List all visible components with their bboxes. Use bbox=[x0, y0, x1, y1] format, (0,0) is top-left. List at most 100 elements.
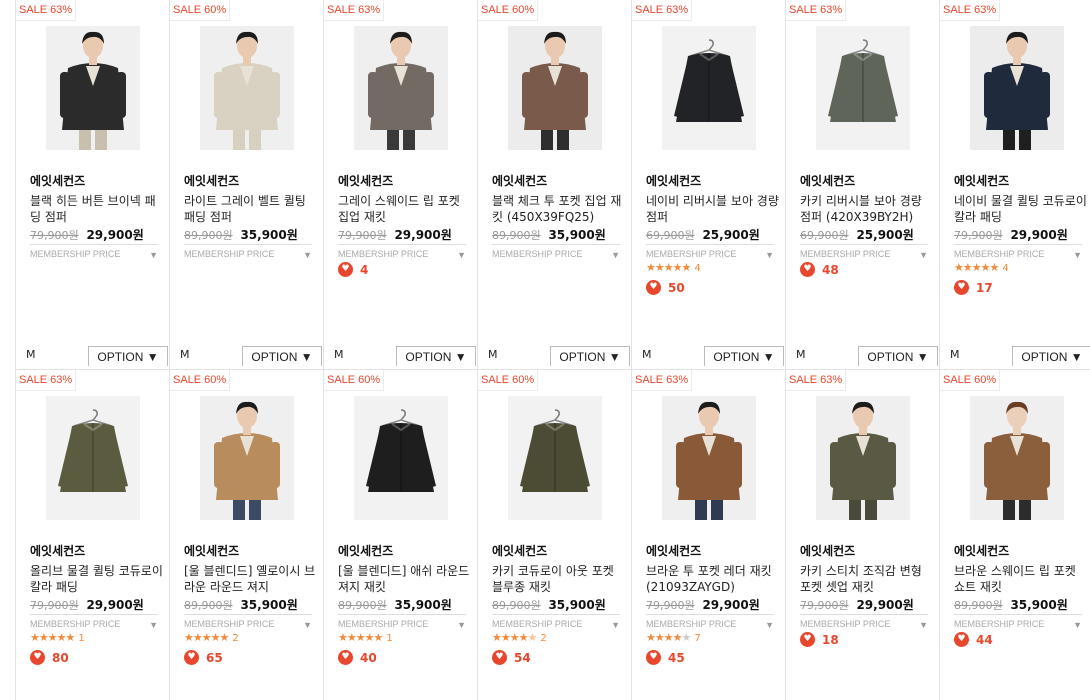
product-image[interactable] bbox=[662, 396, 756, 520]
like-button[interactable]: ♥ 65 bbox=[184, 650, 223, 665]
membership-price-toggle[interactable]: MEMBERSHIP PRICE ▼ bbox=[30, 614, 158, 631]
brand-name[interactable]: 에잇세컨즈 bbox=[338, 172, 393, 189]
product-title[interactable]: 카키 리버시블 보아 경량 점퍼 (420X39BY2H) bbox=[800, 193, 934, 225]
like-button[interactable]: ♥ 18 bbox=[800, 632, 839, 647]
membership-price-toggle[interactable]: MEMBERSHIP PRICE ▼ bbox=[800, 614, 928, 631]
product-image[interactable] bbox=[46, 396, 140, 520]
product-title[interactable]: 브라운 스웨이드 립 포켓 쇼트 재킷 bbox=[954, 563, 1088, 595]
product-title[interactable]: [울 블렌디드] 애쉬 라운드 져지 재킷 bbox=[338, 563, 472, 595]
brand-name[interactable]: 에잇세컨즈 bbox=[338, 542, 393, 559]
option-dropdown[interactable]: OPTION ▼ bbox=[704, 346, 784, 366]
membership-price-toggle[interactable]: MEMBERSHIP PRICE ▼ bbox=[184, 244, 312, 261]
option-dropdown[interactable]: OPTION ▼ bbox=[858, 346, 938, 366]
product-card[interactable]: SALE 63% 에잇세컨즈 올리브 물결 퀼팅 코듀로이 칼라 패딩 79,9… bbox=[15, 370, 169, 700]
product-title[interactable]: 네이비 리버시블 보아 경량 점퍼 bbox=[646, 193, 780, 225]
brand-name[interactable]: 에잇세컨즈 bbox=[184, 172, 239, 189]
size-label: M bbox=[642, 348, 652, 361]
membership-price-toggle[interactable]: MEMBERSHIP PRICE ▼ bbox=[184, 614, 312, 631]
product-title[interactable]: 카키 스티치 조직감 변형 포켓 셋업 재킷 bbox=[800, 563, 934, 595]
product-card[interactable]: SALE 63% 에잇세컨즈 그레이 스웨이드 립 포켓 집업 재킷 79,90… bbox=[323, 0, 477, 370]
product-card[interactable]: SALE 63% 에잇세컨즈 브라운 투 포켓 레더 재킷 (21093ZAYG… bbox=[631, 370, 785, 700]
product-image[interactable] bbox=[508, 396, 602, 520]
membership-price-toggle[interactable]: MEMBERSHIP PRICE ▼ bbox=[338, 614, 466, 631]
membership-price-toggle[interactable]: MEMBERSHIP PRICE ▼ bbox=[646, 614, 774, 631]
product-title[interactable]: 네이비 물결 퀼팅 코듀로이 칼라 패딩 bbox=[954, 193, 1088, 225]
brand-name[interactable]: 에잇세컨즈 bbox=[30, 172, 85, 189]
membership-price-toggle[interactable]: MEMBERSHIP PRICE ▼ bbox=[954, 244, 1082, 261]
heart-icon: ♥ bbox=[30, 650, 45, 665]
membership-price-label: MEMBERSHIP PRICE bbox=[800, 249, 891, 259]
product-title[interactable]: [울 블렌디드] 옐로이시 브라운 라운드 져지 bbox=[184, 563, 318, 595]
sale-price: 35,900원 bbox=[394, 598, 452, 612]
brand-name[interactable]: 에잇세컨즈 bbox=[646, 172, 701, 189]
option-dropdown[interactable]: OPTION ▼ bbox=[550, 346, 630, 366]
option-dropdown[interactable]: OPTION ▼ bbox=[242, 346, 322, 366]
membership-price-toggle[interactable]: MEMBERSHIP PRICE ▼ bbox=[30, 244, 158, 261]
membership-price-toggle[interactable]: MEMBERSHIP PRICE ▼ bbox=[954, 614, 1082, 631]
membership-price-toggle[interactable]: MEMBERSHIP PRICE ▼ bbox=[492, 614, 620, 631]
product-image[interactable] bbox=[816, 396, 910, 520]
product-title[interactable]: 블랙 체크 투 포켓 집업 재킷 (450X39FQ25) bbox=[492, 193, 626, 225]
product-title[interactable]: 브라운 투 포켓 레더 재킷 (21093ZAYGD) bbox=[646, 563, 780, 595]
brand-name[interactable]: 에잇세컨즈 bbox=[800, 172, 855, 189]
product-image[interactable] bbox=[354, 396, 448, 520]
sale-badge: SALE 63% bbox=[940, 0, 1001, 21]
product-title[interactable]: 카키 코듀로이 아웃 포켓 블루종 재킷 bbox=[492, 563, 626, 595]
product-image[interactable] bbox=[354, 26, 448, 150]
membership-price-toggle[interactable]: MEMBERSHIP PRICE ▼ bbox=[492, 244, 620, 261]
product-card[interactable]: SALE 63% 에잇세컨즈 네이비 리버시블 보아 경량 점퍼 69,900원… bbox=[631, 0, 785, 370]
brand-name[interactable]: 에잇세컨즈 bbox=[30, 542, 85, 559]
sale-price: 29,900원 bbox=[394, 228, 452, 242]
like-button[interactable]: ♥ 50 bbox=[646, 280, 685, 295]
product-image[interactable] bbox=[970, 396, 1064, 520]
product-card[interactable]: SALE 60% 에잇세컨즈 [울 블렌디드] 옐로이시 브라운 라운드 져지 … bbox=[169, 370, 323, 700]
product-image[interactable] bbox=[816, 26, 910, 150]
product-card[interactable]: SALE 60% 에잇세컨즈 카키 코듀로이 아웃 포켓 블루종 재킷 89,9… bbox=[477, 370, 631, 700]
membership-price-toggle[interactable]: MEMBERSHIP PRICE ▼ bbox=[800, 244, 928, 261]
brand-name[interactable]: 에잇세컨즈 bbox=[184, 542, 239, 559]
product-title[interactable]: 그레이 스웨이드 립 포켓 집업 재킷 bbox=[338, 193, 472, 225]
like-button[interactable]: ♥ 48 bbox=[800, 262, 839, 277]
like-button[interactable]: ♥ 80 bbox=[30, 650, 69, 665]
product-title[interactable]: 라이트 그레이 벨트 퀼팅 패딩 점퍼 bbox=[184, 193, 318, 225]
brand-name[interactable]: 에잇세컨즈 bbox=[646, 542, 701, 559]
option-dropdown[interactable]: OPTION ▼ bbox=[396, 346, 476, 366]
membership-price-toggle[interactable]: MEMBERSHIP PRICE ▼ bbox=[646, 244, 774, 261]
product-image[interactable] bbox=[662, 26, 756, 150]
brand-name[interactable]: 에잇세컨즈 bbox=[954, 542, 1009, 559]
like-button[interactable]: ♥ 44 bbox=[954, 632, 993, 647]
brand-name[interactable]: 에잇세컨즈 bbox=[800, 542, 855, 559]
product-card[interactable]: SALE 60% 에잇세컨즈 [울 블렌디드] 애쉬 라운드 져지 재킷 89,… bbox=[323, 370, 477, 700]
like-button[interactable]: ♥ 17 bbox=[954, 280, 993, 295]
price-block: 79,900원 29,900원 bbox=[954, 226, 1068, 243]
product-card[interactable]: SALE 60% 에잇세컨즈 브라운 스웨이드 립 포켓 쇼트 재킷 89,90… bbox=[939, 370, 1090, 700]
brand-name[interactable]: 에잇세컨즈 bbox=[954, 172, 1009, 189]
option-dropdown[interactable]: OPTION ▼ bbox=[88, 346, 168, 366]
sale-price: 29,900원 bbox=[86, 228, 144, 242]
triangle-down-icon: ▼ bbox=[765, 250, 774, 260]
product-image[interactable] bbox=[508, 26, 602, 150]
like-button[interactable]: ♥ 40 bbox=[338, 650, 377, 665]
product-image[interactable] bbox=[200, 396, 294, 520]
option-dropdown[interactable]: OPTION ▼ bbox=[1012, 346, 1090, 366]
product-image[interactable] bbox=[200, 26, 294, 150]
triangle-down-icon: ▼ bbox=[611, 620, 620, 630]
product-title[interactable]: 블랙 히든 버튼 브이넥 패딩 점퍼 bbox=[30, 193, 164, 225]
sale-badge: SALE 60% bbox=[478, 0, 539, 21]
product-card[interactable]: SALE 63% 에잇세컨즈 카키 리버시블 보아 경량 점퍼 (420X39B… bbox=[785, 0, 939, 370]
product-title[interactable]: 올리브 물결 퀼팅 코듀로이 칼라 패딩 bbox=[30, 563, 164, 595]
product-card[interactable]: SALE 63% 에잇세컨즈 블랙 히든 버튼 브이넥 패딩 점퍼 79,900… bbox=[15, 0, 169, 370]
brand-name[interactable]: 에잇세컨즈 bbox=[492, 172, 547, 189]
like-button[interactable]: ♥ 4 bbox=[338, 262, 368, 277]
membership-price-label: MEMBERSHIP PRICE bbox=[800, 619, 891, 629]
brand-name[interactable]: 에잇세컨즈 bbox=[492, 542, 547, 559]
product-card[interactable]: SALE 63% 에잇세컨즈 카키 스티치 조직감 변형 포켓 셋업 재킷 79… bbox=[785, 370, 939, 700]
product-image[interactable] bbox=[970, 26, 1064, 150]
membership-price-toggle[interactable]: MEMBERSHIP PRICE ▼ bbox=[338, 244, 466, 261]
product-card[interactable]: SALE 60% 에잇세컨즈 블랙 체크 투 포켓 집업 재킷 (450X39F… bbox=[477, 0, 631, 370]
product-card[interactable]: SALE 60% 에잇세컨즈 라이트 그레이 벨트 퀼팅 패딩 점퍼 89,90… bbox=[169, 0, 323, 370]
like-button[interactable]: ♥ 45 bbox=[646, 650, 685, 665]
like-button[interactable]: ♥ 54 bbox=[492, 650, 531, 665]
product-card[interactable]: SALE 63% 에잇세컨즈 네이비 물결 퀼팅 코듀로이 칼라 패딩 79,9… bbox=[939, 0, 1090, 370]
product-image[interactable] bbox=[46, 26, 140, 150]
